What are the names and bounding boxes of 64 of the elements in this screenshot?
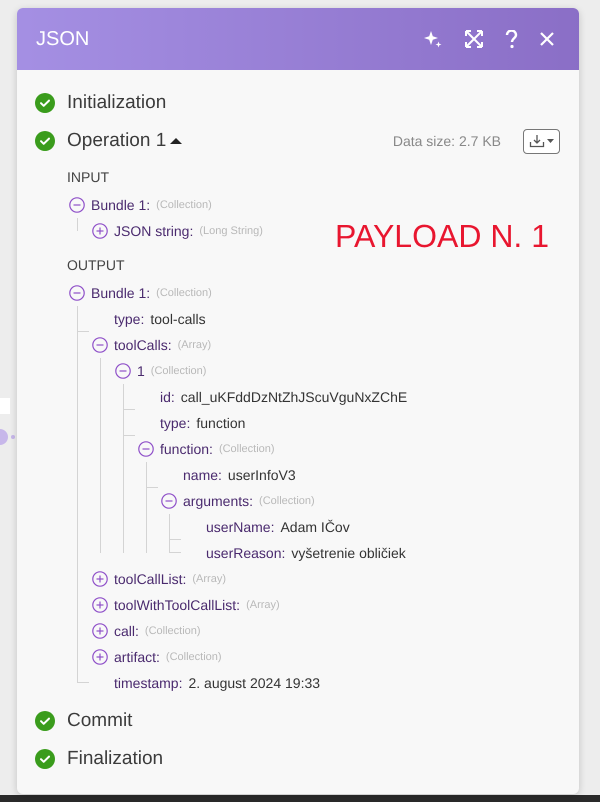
field-value: function [196,414,246,432]
field-key: type: [160,412,190,434]
field-key: name: [183,464,222,486]
type-label: (Collection) [218,442,275,457]
field-key: type: [114,308,144,330]
close-icon[interactable] [540,32,554,46]
field-key: toolCalls: [114,334,172,356]
field-key: arguments: [183,490,254,512]
field-key: id: [160,386,175,408]
collapse-icon[interactable] [115,363,131,379]
type-label: (Long String) [199,224,263,239]
data-size-label: Data size: 2.7 KB [392,132,501,150]
canvas-node-icon [0,428,18,446]
field-key: JSON string: [114,220,194,242]
field-key: toolCallList: [114,568,186,590]
field-key: toolWithToolCallList: [114,594,240,616]
field-value: 2. august 2024 19:33 [188,674,320,693]
collapse-icon[interactable] [69,197,85,213]
expand-icon[interactable] [92,649,108,665]
field-value: userInfoV3 [228,466,296,484]
type-label: (Collection) [156,198,212,213]
collapse-icon[interactable] [138,441,154,457]
type-label: (Array) [178,338,212,353]
type-label: (Collection) [156,286,212,301]
field-key: userName: [206,516,274,538]
expand-icon[interactable] [92,223,108,239]
field-value: vyšetrenie obličiek [291,544,406,563]
field-key: Bundle 1: [91,194,150,216]
download-button[interactable] [523,128,560,154]
type-label: (Collection) [144,624,201,639]
expand-icon[interactable] [92,597,108,613]
type-label: (Array) [192,572,226,587]
stage-title[interactable]: Commit [67,706,132,736]
type-label: (Array) [246,598,280,613]
sparkle-icon[interactable] [423,29,443,49]
type-label: (Collection) [259,494,315,509]
stage-title[interactable]: Initialization [67,88,166,118]
field-key: userReason: [206,542,286,564]
field-key: call: [114,620,139,642]
window-title: JSON [36,27,90,52]
caret-down-icon [547,139,554,143]
field-key: Bundle 1: [91,282,150,304]
section-heading: OUTPUT [67,256,126,274]
expand-icon[interactable] [92,623,108,639]
help-icon[interactable] [505,30,518,48]
type-label: (Collection) [150,364,206,379]
collapse-icon[interactable] [161,493,177,509]
field-value: Adam IČov [280,518,350,536]
type-label: (Collection) [166,650,222,665]
caret-up-icon[interactable] [170,137,182,145]
section-heading: INPUT [67,168,110,186]
field-value: call_uKFddDzNtZhJScuVguNxZChE [180,388,408,407]
field-key: timestamp: [114,672,182,694]
collapse-icon[interactable] [92,337,108,353]
field-key: artifact: [114,646,160,668]
stage-title[interactable]: Finalization [67,744,164,774]
expand-icon[interactable] [92,571,108,587]
field-value: tool-calls [150,310,206,328]
stage-title[interactable]: Operation 1 [67,126,166,156]
annotation-text: PAYLOAD N. 1 [335,217,549,256]
collapse-icon[interactable] [69,285,85,301]
field-key: function: [160,438,213,460]
download-icon [529,134,545,148]
field-key: 1 [137,360,145,382]
